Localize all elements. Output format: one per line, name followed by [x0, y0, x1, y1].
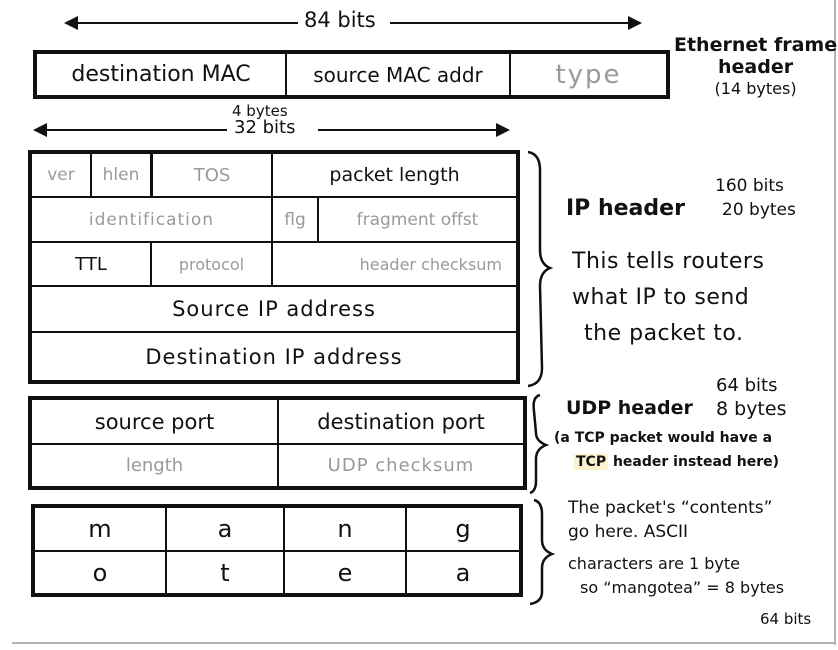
ip-header-size-bytes: 20 bytes — [722, 200, 796, 220]
divider — [283, 508, 285, 593]
arrow-right-head-icon — [496, 123, 510, 137]
ip-field-source-ip: Source IP address — [172, 297, 376, 321]
ip-field-hlen: hlen — [102, 165, 140, 185]
udp-tcp-note-line2: TCP header instead here) — [574, 454, 779, 470]
udp-field-source-port: source port — [94, 409, 215, 434]
divider — [165, 508, 167, 593]
payload-byte: e — [337, 558, 353, 587]
udp-header-box: source port destination port length UDP … — [28, 396, 527, 490]
ethernet-field-source-mac: source MAC addr — [313, 62, 483, 87]
udp-field-checksum: UDP checksum — [327, 455, 475, 476]
ip-header-title: IP header — [566, 196, 685, 221]
payload-byte: m — [88, 515, 112, 543]
payload-brace-icon — [529, 498, 556, 606]
payload-byte: a — [455, 558, 471, 587]
arrow-right-head-icon — [628, 16, 642, 30]
udp-tcp-note-line1: (a TCP packet would have a — [554, 430, 773, 446]
ip-header-size-bits: 160 bits — [715, 176, 784, 196]
tcp-highlight: TCP — [574, 454, 609, 470]
ethernet-field-type: type — [555, 59, 622, 90]
ip-field-fragment-offset: fragment offst — [356, 209, 479, 230]
payload-byte: t — [220, 558, 230, 587]
arrow-line-left — [45, 129, 227, 131]
ethernet-width-label: 84 bits — [304, 8, 376, 32]
ethernet-field-destination-mac: destination MAC — [71, 62, 251, 87]
ethernet-header-box: destination MAC source MAC addr type — [33, 50, 670, 99]
ethernet-annotation-line: Ethernet frame — [674, 34, 838, 56]
udp-header-size-bits: 64 bits — [716, 375, 778, 396]
ethernet-annotation-size: (14 bytes) — [714, 79, 797, 98]
payload-byte: n — [337, 515, 353, 543]
description-line: what IP to send — [572, 285, 750, 310]
frame-border-bottom — [12, 642, 836, 644]
payload-box: m a n g o t e a — [31, 504, 523, 597]
description-line: This tells routers — [572, 249, 765, 274]
description-line: The packet's “contents” — [568, 498, 773, 518]
description-line: characters are 1 byte — [568, 554, 741, 573]
description-line: the packet to. — [584, 321, 744, 346]
udp-tcp-note-rest: header instead here) — [608, 454, 780, 470]
payload-description: The packet's “contents” go here. ASCII c… — [568, 496, 784, 600]
arrow-line-right — [318, 129, 498, 131]
word-width-bits-label: 32 bits — [234, 117, 296, 138]
ip-field-destination-ip: Destination IP address — [145, 344, 403, 369]
udp-field-destination-port: destination port — [317, 409, 485, 434]
payload-size-bits: 64 bits — [760, 610, 812, 628]
payload-byte: o — [92, 558, 108, 587]
ethernet-annotation: Ethernet frame header (14 bytes) — [674, 34, 837, 100]
ip-field-flags: flg — [284, 209, 306, 230]
udp-header-size-bytes: 8 bytes — [716, 398, 787, 420]
ip-header-description: This tells routers what IP to send the p… — [572, 244, 764, 352]
ip-field-ver: ver — [47, 165, 75, 185]
ip-field-protocol: protocol — [178, 254, 245, 274]
description-line: so “mangotea” = 8 bytes — [580, 578, 785, 597]
ip-header-box: ver hlen TOS packet length identificatio… — [28, 150, 520, 384]
payload-byte: g — [455, 515, 471, 543]
description-line: go here. ASCII — [568, 522, 689, 542]
divider — [405, 508, 407, 593]
ip-field-tos: TOS — [193, 164, 231, 186]
udp-field-length: length — [125, 455, 184, 476]
payload-byte: a — [217, 515, 233, 543]
arrow-line-right — [390, 22, 630, 24]
ip-header-brace-icon — [527, 150, 554, 388]
ip-field-header-checksum: header checksum — [359, 254, 502, 274]
arrow-line-left — [76, 22, 298, 24]
ethernet-annotation-line: header — [718, 56, 794, 78]
udp-header-title: UDP header — [566, 397, 693, 419]
ip-field-packet-length: packet length — [329, 164, 460, 186]
ip-field-identification: identification — [88, 209, 215, 230]
ip-field-ttl: TTL — [75, 253, 107, 275]
